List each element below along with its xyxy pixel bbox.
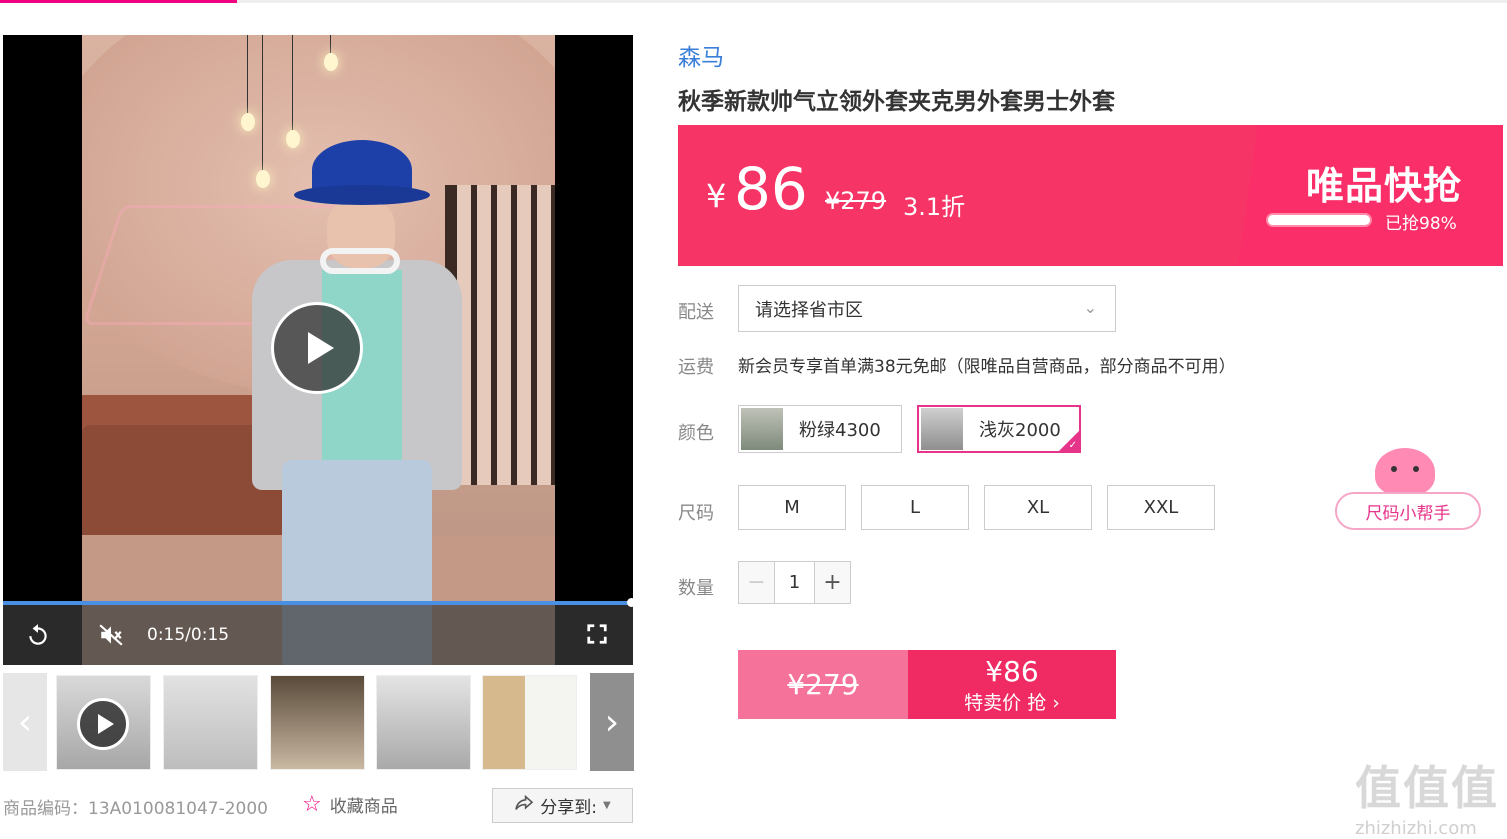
- favorite-label: 收藏商品: [329, 797, 398, 817]
- share-label: 分享到:: [540, 798, 598, 818]
- color-option[interactable]: 粉绿4300: [738, 405, 902, 453]
- chevron-right-icon: ›: [604, 701, 620, 743]
- thumb-image[interactable]: [270, 675, 365, 770]
- watermark-url: zhizhizhi.com: [1355, 818, 1477, 839]
- brand-link[interactable]: 森马: [678, 38, 724, 72]
- fullscreen-icon[interactable]: [586, 623, 608, 649]
- mute-icon[interactable]: [97, 622, 125, 652]
- video-progress-bar[interactable]: [3, 598, 633, 607]
- video-controls: 0:15/0:15: [3, 598, 633, 665]
- buy-action-label: 特卖价 抢 ›: [964, 691, 1060, 714]
- buy-price: ¥86: [985, 654, 1039, 688]
- thumb-image[interactable]: [376, 675, 471, 770]
- currency-symbol: ¥: [706, 177, 727, 215]
- color-option-selected[interactable]: 浅灰2000 ✓: [917, 405, 1081, 453]
- size-option-m[interactable]: M: [738, 485, 846, 530]
- thumb-image[interactable]: [163, 675, 258, 770]
- watermark-logo: 值值值: [1355, 761, 1499, 815]
- delivery-label: 配送: [678, 302, 714, 323]
- chevron-left-icon: ‹: [17, 701, 33, 743]
- size-helper-button[interactable]: 尺码小帮手: [1335, 448, 1481, 530]
- video-play-button[interactable]: [271, 302, 363, 394]
- thumbnail-strip: ‹ ›: [3, 673, 634, 771]
- delivery-placeholder: 请选择省市区: [755, 299, 863, 321]
- price-banner: ¥ 86 ¥279 3.1折 唯品快抢 已抢98%: [678, 125, 1503, 266]
- product-code: 商品编码：13A010081047-2000: [3, 799, 269, 819]
- shipping-label: 运费: [678, 357, 714, 378]
- replay-icon[interactable]: [25, 622, 51, 652]
- quantity-increase-button[interactable]: +: [815, 562, 850, 603]
- active-tab-indicator: [0, 0, 237, 3]
- share-icon: [514, 794, 534, 816]
- color-swatch: [921, 408, 963, 450]
- share-dropdown[interactable]: 分享到: ▼: [492, 788, 633, 823]
- video-time: 0:15/0:15: [147, 625, 230, 645]
- color-option-label: 浅灰2000: [979, 420, 1061, 441]
- play-icon: [97, 714, 114, 734]
- quantity-stepper: − 1 +: [738, 561, 851, 604]
- star-icon: ☆: [302, 792, 322, 817]
- quantity-value[interactable]: 1: [774, 562, 815, 603]
- shipping-info: 新会员专享首单满38元免邮（限唯品自营商品，部分商品不可用）: [738, 357, 1236, 377]
- sold-percent: 已抢98%: [1385, 214, 1457, 234]
- thumbnail-prev-button[interactable]: ‹: [3, 673, 47, 771]
- favorite-button[interactable]: ☆ 收藏商品: [302, 792, 398, 817]
- watermark: 值值值 zhizhizhi.com: [1355, 752, 1499, 839]
- caret-down-icon: ▼: [603, 800, 611, 811]
- buy-original-price: ¥279: [738, 650, 908, 719]
- color-option-label: 粉绿4300: [799, 420, 881, 441]
- buy-button[interactable]: ¥279 ¥86 特卖价 抢 ›: [738, 650, 1116, 719]
- top-tab-bar: [0, 0, 1507, 3]
- product-title: 秋季新款帅气立领外套夹克男外套男士外套: [678, 89, 1115, 115]
- progress-handle[interactable]: [627, 598, 633, 607]
- product-video[interactable]: 0:15/0:15: [3, 35, 633, 665]
- check-icon: ✓: [1068, 440, 1077, 451]
- thumb-image[interactable]: [482, 675, 577, 770]
- thumb-video[interactable]: [56, 675, 151, 770]
- size-option-xxl[interactable]: XXL: [1107, 485, 1215, 530]
- size-option-xl[interactable]: XL: [984, 485, 1092, 530]
- thumb-play-button[interactable]: [77, 698, 129, 750]
- quantity-label: 数量: [678, 578, 714, 599]
- discount: 3.1折: [903, 193, 966, 221]
- delivery-region-select[interactable]: 请选择省市区 ⌄: [738, 285, 1116, 332]
- play-icon: [308, 332, 334, 364]
- size-label: 尺码: [678, 503, 714, 524]
- mascot-icon: [1375, 448, 1435, 496]
- size-helper-label: 尺码小帮手: [1365, 503, 1451, 524]
- color-swatch: [741, 408, 783, 450]
- quantity-decrease-button[interactable]: −: [739, 562, 774, 603]
- sold-progress-bar: [1266, 213, 1372, 227]
- thumbnail-next-button[interactable]: ›: [590, 673, 634, 771]
- flash-sale-title: 唯品快抢: [1306, 164, 1463, 208]
- color-label: 颜色: [678, 423, 714, 444]
- original-price: ¥279: [825, 187, 887, 215]
- size-option-l[interactable]: L: [861, 485, 969, 530]
- chevron-down-icon: ⌄: [1083, 298, 1097, 317]
- current-price: 86: [734, 155, 808, 223]
